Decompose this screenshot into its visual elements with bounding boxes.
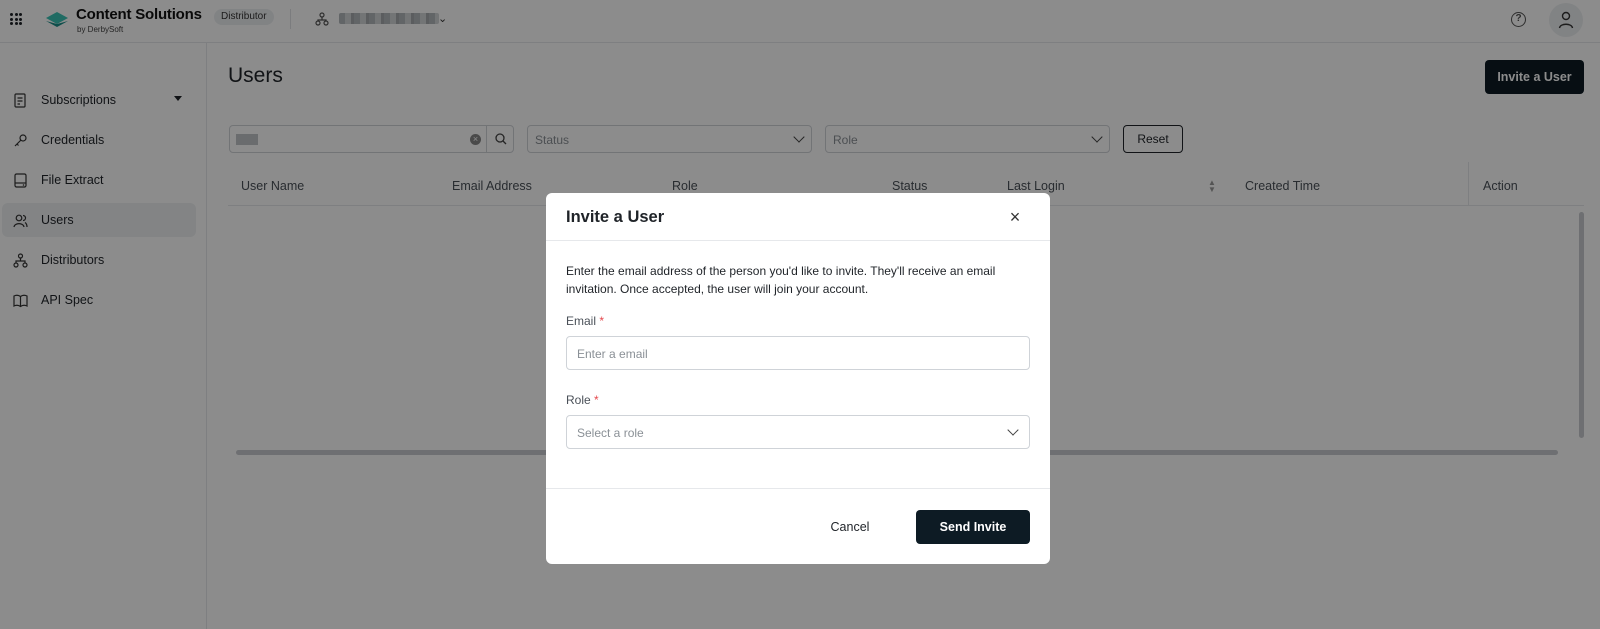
role-label: Role *	[566, 393, 599, 407]
required-mark: *	[594, 393, 599, 407]
send-invite-button[interactable]: Send Invite	[916, 510, 1030, 544]
dialog-title: Invite a User	[566, 208, 665, 226]
cancel-button[interactable]: Cancel	[806, 510, 894, 544]
email-field[interactable]: Enter a email	[566, 336, 1030, 370]
dialog-divider	[546, 488, 1050, 489]
email-label: Email *	[566, 314, 605, 328]
role-placeholder: Select a role	[577, 426, 644, 440]
role-select[interactable]: Select a role	[566, 415, 1030, 449]
invite-user-dialog: Invite a User × Enter the email address …	[546, 193, 1050, 564]
chevron-down-icon	[1007, 424, 1019, 436]
dialog-description: Enter the email address of the person yo…	[566, 264, 996, 296]
email-placeholder: Enter a email	[577, 347, 648, 361]
close-icon[interactable]: ×	[1004, 206, 1026, 228]
required-mark: *	[599, 314, 605, 328]
dialog-divider	[546, 240, 1050, 241]
